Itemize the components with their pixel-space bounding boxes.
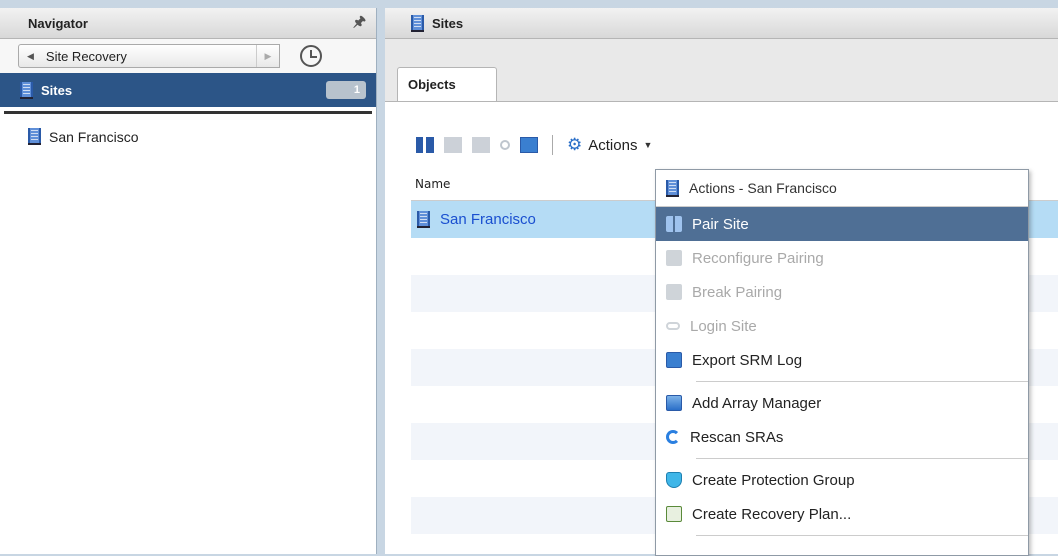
reconfigure-pairing-icon <box>444 137 462 153</box>
building-icon <box>666 179 679 197</box>
break-pairing-icon <box>472 137 490 153</box>
rescan-icon <box>666 430 680 444</box>
array-manager-icon <box>666 395 682 411</box>
chevron-down-icon: ▼ <box>643 140 653 150</box>
menu-item-add-array-manager[interactable]: Add Array Manager <box>656 386 1028 420</box>
menu-item-label: Create Recovery Plan... <box>692 505 852 523</box>
gear-icon: ⚙ <box>567 135 583 154</box>
building-icon <box>411 14 424 32</box>
menu-item-label: Break Pairing <box>692 283 783 301</box>
row-name: San Francisco <box>440 211 536 228</box>
menu-item-label: Reconfigure Pairing <box>692 249 824 267</box>
tab-objects[interactable]: Objects <box>397 67 497 101</box>
building-icon <box>28 128 41 145</box>
nav-item-label: San Francisco <box>49 128 139 145</box>
nav-item-san-francisco[interactable]: San Francisco <box>0 114 376 145</box>
back-button[interactable]: ◀ Site Recovery ▶ <box>18 44 280 68</box>
recovery-plan-icon <box>666 506 682 522</box>
reconfigure-pairing-icon <box>666 250 682 266</box>
tab-bar: Objects <box>385 39 1058 102</box>
menu-divider <box>696 381 1028 382</box>
menu-item-reconfigure-pairing: Reconfigure Pairing <box>656 241 1028 275</box>
menu-item-label: Add Array Manager <box>692 394 822 412</box>
history-icon[interactable] <box>300 45 322 67</box>
toolbar-divider <box>552 135 553 155</box>
pin-icon[interactable]: 🖈 <box>353 11 366 35</box>
menu-header-label: Actions - San Francisco <box>689 180 837 196</box>
forward-button[interactable]: ▶ <box>256 45 279 67</box>
menu-item-break-pairing: Break Pairing <box>656 275 1028 309</box>
login-key-icon <box>666 322 680 330</box>
page-title: Sites <box>432 15 464 31</box>
menu-item-rescan-sras[interactable]: Rescan SRAs <box>656 420 1028 454</box>
menu-item-label: Pair Site <box>692 215 749 233</box>
break-pairing-icon <box>666 284 682 300</box>
navigator-header: Navigator 🖈 <box>0 8 376 39</box>
menu-item-label: Login Site <box>690 317 757 335</box>
pair-site-icon[interactable] <box>416 137 434 153</box>
back-arrow-icon: ◀ <box>27 50 34 61</box>
building-icon <box>417 211 430 228</box>
pair-site-icon <box>666 216 682 232</box>
building-icon <box>20 81 33 99</box>
navigator-title: Navigator <box>28 15 88 31</box>
menu-item-label: Create Protection Group <box>692 471 855 489</box>
login-key-icon <box>500 140 510 150</box>
main-header: Sites <box>385 8 1058 39</box>
actions-label: Actions <box>588 136 638 154</box>
nav-item-sites[interactable]: Sites 1 <box>0 73 376 107</box>
menu-item-pair-site[interactable]: Pair Site <box>656 207 1028 241</box>
export-log-icon <box>666 352 682 368</box>
shield-icon <box>666 472 682 488</box>
menu-header: Actions - San Francisco <box>656 170 1028 207</box>
actions-button[interactable]: ⚙ Actions ▼ <box>567 135 653 154</box>
menu-item-create-protection-group[interactable]: Create Protection Group <box>656 463 1028 497</box>
export-log-icon[interactable] <box>520 137 538 153</box>
back-button-label: Site Recovery <box>45 48 127 64</box>
navigator-panel: Navigator 🖈 ◀ Site Recovery ▶ Sites 1 Sa… <box>0 8 377 554</box>
menu-item-export-srm-log[interactable]: Export SRM Log <box>656 343 1028 377</box>
menu-divider <box>696 458 1028 459</box>
menu-item-create-recovery-plan[interactable]: Create Recovery Plan... <box>656 497 1028 531</box>
nav-item-sites-label: Sites <box>41 82 73 98</box>
menu-item-login-site: Login Site <box>656 309 1028 343</box>
navigator-history-bar: ◀ Site Recovery ▶ <box>0 39 376 73</box>
menu-divider <box>696 535 1028 536</box>
menu-item-label: Export SRM Log <box>692 351 803 369</box>
count-badge: 1 <box>326 81 366 99</box>
actions-context-menu: Actions - San Francisco Pair Site Reconf… <box>655 169 1029 556</box>
menu-item-label: Rescan SRAs <box>690 428 784 446</box>
toolbar: ⚙ Actions ▼ <box>416 135 652 155</box>
